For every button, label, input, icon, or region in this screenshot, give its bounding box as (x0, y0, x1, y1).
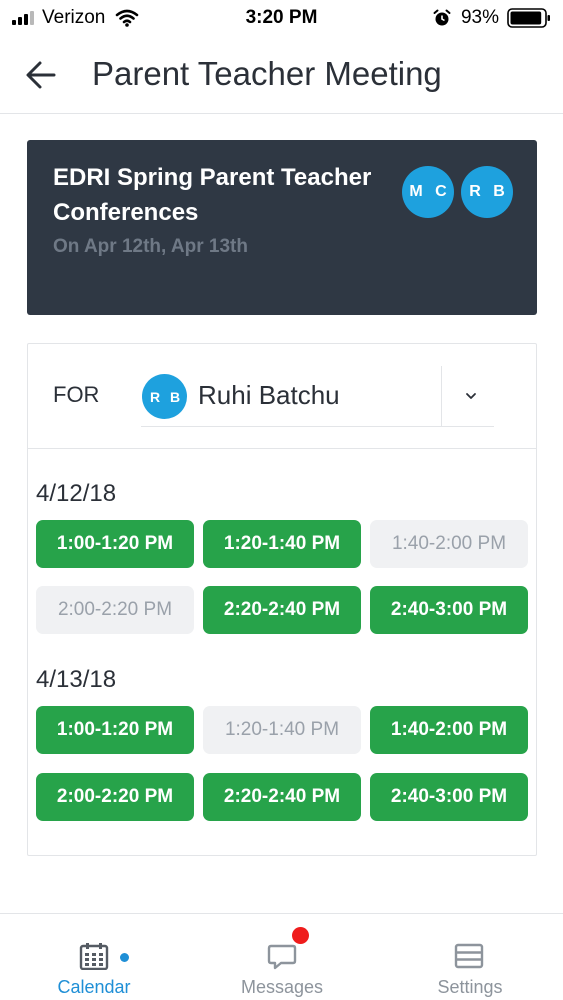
tab-label: Messages (240, 977, 324, 997)
calendar-icon (79, 943, 109, 970)
tab-messages[interactable]: Messages (188, 914, 376, 1000)
tab-label: Settings (437, 977, 503, 997)
participant-avatar[interactable]: M C (402, 166, 454, 218)
settings-list-icon (454, 943, 484, 969)
student-selector-row: FOR R B Ruhi Batchu (28, 344, 536, 449)
student-select[interactable]: R B Ruhi Batchu (141, 366, 494, 427)
student-name: Ruhi Batchu (198, 380, 340, 410)
time-slot[interactable]: 1:00-1:20 PM (36, 520, 194, 568)
tab-calendar[interactable]: Calendar (0, 914, 188, 1000)
time-slot: 1:20-1:40 PM (203, 706, 361, 754)
status-right: 93% (433, 7, 551, 29)
tab-settings[interactable]: Settings (376, 914, 563, 1000)
time-slot[interactable]: 2:20-2:40 PM (203, 773, 361, 821)
time-slot: 2:00-2:20 PM (36, 586, 194, 634)
time-slot[interactable]: 1:40-2:00 PM (370, 706, 528, 754)
nav-header: Parent Teacher Meeting (0, 38, 563, 114)
chevron-down-icon[interactable] (463, 388, 479, 404)
event-dates: On Apr 12th, Apr 13th (53, 236, 248, 257)
date-label: 4/13/18 (36, 666, 117, 693)
tab-label: Calendar (57, 977, 131, 997)
battery-icon (507, 8, 550, 28)
time-slot[interactable]: 2:40-3:00 PM (370, 586, 528, 634)
participant-avatar[interactable]: R B (461, 166, 513, 218)
select-divider (441, 366, 442, 426)
time-slot[interactable]: 1:20-1:40 PM (203, 520, 361, 568)
notification-badge (292, 927, 309, 944)
battery-percent: 93% (460, 7, 499, 28)
alarm-clock-icon (433, 9, 451, 26)
back-arrow-icon[interactable] (24, 58, 58, 92)
time-slot: 1:40-2:00 PM (370, 520, 528, 568)
active-tab-indicator (120, 953, 129, 962)
status-bar: Verizon 3:20 PM 93% (0, 0, 563, 38)
page-title: Parent Teacher Meeting (92, 55, 442, 92)
event-card: EDRI Spring Parent Teacher Conferences O… (27, 140, 537, 315)
chat-bubble-icon (267, 944, 297, 970)
time-slot[interactable]: 2:20-2:40 PM (203, 586, 361, 634)
event-title: EDRI Spring Parent Teacher Conferences (53, 164, 372, 226)
tab-bar: Calendar Messages Settings (0, 913, 563, 1000)
for-label: FOR (53, 382, 100, 407)
booking-panel: FOR R B Ruhi Batchu 4/12/18 1:00-1:20 PM… (27, 343, 537, 856)
time-slot[interactable]: 1:00-1:20 PM (36, 706, 194, 754)
date-label: 4/12/18 (36, 480, 117, 507)
time-slot[interactable]: 2:40-3:00 PM (370, 773, 528, 821)
time-slot[interactable]: 2:00-2:20 PM (36, 773, 194, 821)
student-avatar: R B (142, 374, 187, 419)
